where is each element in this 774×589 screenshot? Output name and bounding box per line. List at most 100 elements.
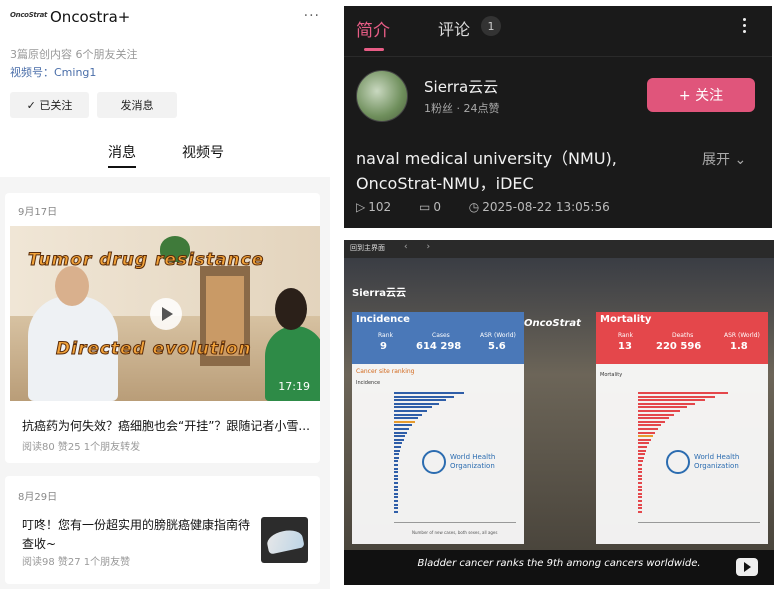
- post-date: 8月29日: [18, 492, 58, 503]
- chart-bar: [394, 438, 404, 441]
- follow-button[interactable]: + 关注: [647, 78, 755, 112]
- doctor-head: [55, 266, 89, 306]
- chart-bar: [394, 464, 398, 466]
- rank-label: Rank: [378, 332, 393, 339]
- account-name: Oncostra+: [50, 8, 131, 26]
- play-icon[interactable]: [736, 558, 758, 576]
- mortality-title: Mortality: [600, 314, 652, 325]
- timestamp: 2025-08-22 13:05:56: [482, 200, 610, 214]
- danmaku-count: 0: [433, 200, 441, 214]
- chart-bar: [638, 438, 651, 441]
- chart-bar: [638, 428, 658, 430]
- danmaku-icon: ▭: [418, 200, 431, 214]
- play-icon[interactable]: [150, 298, 182, 330]
- chart-bar: [638, 406, 688, 409]
- asr-label: ASR (World): [480, 332, 516, 339]
- tab-comments[interactable]: 评论: [438, 16, 470, 40]
- chart-bar: [638, 449, 647, 452]
- channel-id-link[interactable]: 视频号：Cming1: [10, 64, 96, 80]
- video-duration: 17:19: [278, 380, 310, 393]
- account-header: OncoStrat Oncostra+ ···: [8, 8, 322, 30]
- play-count-icon: ▷: [356, 200, 366, 214]
- chart-bar: [394, 399, 446, 402]
- post-thumbnail[interactable]: [261, 517, 308, 563]
- chart-bar: [638, 489, 642, 492]
- views-count: 102: [368, 200, 392, 214]
- chart-bar: [638, 474, 642, 477]
- video-stats: ▷ 102 ▭ 0 ◷ 2025-08-22 13:05:56: [356, 200, 634, 214]
- cases-label: Cases: [432, 332, 450, 339]
- tab-video-channel[interactable]: 视频号: [182, 142, 224, 162]
- video-overlay-subtitle: Directed evolution: [56, 339, 252, 360]
- chart-bar: [638, 435, 653, 438]
- chart-bar: [394, 402, 439, 405]
- chart-bar: [638, 496, 642, 499]
- avatar[interactable]: [356, 70, 408, 122]
- followed-button[interactable]: ✓ 已关注: [10, 92, 89, 118]
- chart-bar: [394, 446, 402, 448]
- send-message-button[interactable]: 发消息: [97, 92, 177, 118]
- video-player[interactable]: 回到主界面 ‹ › Sierra云云 OncoStrat Incidence R…: [344, 240, 774, 585]
- chart-bar: [394, 395, 455, 398]
- chart-bar: [638, 507, 642, 510]
- chart-bar: [394, 500, 398, 502]
- uploader-name[interactable]: Sierra云云: [424, 76, 498, 97]
- who-globe-icon: [666, 450, 690, 474]
- rank-label: Rank: [618, 332, 633, 339]
- brand-banner: OncoStrat: [524, 318, 581, 329]
- chart-bar: [638, 442, 649, 445]
- chart-bar: [638, 417, 670, 420]
- clock-icon: ◷: [468, 200, 480, 214]
- chart-bar: [394, 507, 398, 510]
- post-title[interactable]: 抗癌药为何失效？癌细胞也会“开挂”？跟随记者小雪...: [22, 417, 310, 434]
- pamphlet-graphic: [265, 527, 305, 555]
- deaths-value: 220 596: [656, 341, 702, 352]
- chart-bar: [394, 478, 398, 481]
- chart-bar: [638, 478, 642, 481]
- chart-bar: [394, 460, 398, 463]
- chart-bar: [394, 410, 427, 412]
- more-dots-icon[interactable]: ···: [304, 8, 320, 24]
- chart-bar: [638, 471, 642, 474]
- nav-arrows-icon[interactable]: ‹ ›: [404, 242, 438, 252]
- back-home-button[interactable]: 回到主界面: [350, 243, 385, 253]
- chart-bar: [394, 496, 398, 499]
- chart-bar: [638, 500, 642, 502]
- reporter-head: [275, 288, 307, 330]
- chart-bar: [394, 485, 398, 488]
- more-vertical-icon[interactable]: [742, 18, 748, 36]
- video-thumbnail[interactable]: Tumor drug resistance Directed evolution…: [10, 226, 320, 401]
- chart-bar: [638, 492, 642, 495]
- deaths-label: Deaths: [672, 332, 694, 339]
- chart-bar: [394, 482, 398, 484]
- chart-bar: [394, 453, 400, 456]
- video-watermark: Sierra云云: [352, 288, 407, 299]
- chart-bar: [638, 453, 645, 456]
- expand-button[interactable]: 展开 ⌄: [702, 149, 746, 169]
- rank-value: 13: [618, 341, 632, 352]
- video-info-panel: 简介 评论 1 Sierra云云 1粉丝 · 24点赞 + 关注 naval m…: [344, 6, 772, 228]
- post-title[interactable]: 叮咚！您有一份超实用的膀胱癌健康指南待查收~: [22, 516, 252, 554]
- chart-bar: [638, 467, 642, 470]
- chart-bar: [394, 428, 410, 430]
- chart-bar: [394, 503, 398, 506]
- who-name: World Health Organization: [694, 453, 740, 470]
- comment-count-badge: 1: [481, 16, 501, 36]
- chart-bar: [394, 510, 398, 513]
- chart-bar: [394, 413, 423, 416]
- chart-bar: [394, 467, 398, 470]
- incidence-title: Incidence: [356, 314, 410, 325]
- tab-messages[interactable]: 消息: [108, 142, 136, 168]
- chart-bar: [394, 420, 415, 423]
- chart-bar: [638, 464, 643, 466]
- tab-intro[interactable]: 简介: [356, 16, 390, 41]
- chart-label: Incidence: [356, 380, 381, 386]
- chart-bar: [394, 489, 398, 492]
- danmaku-stat: ▭ 0: [419, 200, 453, 214]
- chart-bar: [638, 460, 644, 463]
- article-list-panel: OncoStrat Oncostra+ ··· 3篇原创内容 6个朋友关注 视频…: [0, 0, 330, 589]
- chart-bar: [638, 482, 642, 484]
- chart-bar: [394, 474, 398, 477]
- chart-bar: [638, 410, 681, 412]
- video-description: naval medical university（NMU), OncoStrat…: [356, 149, 617, 193]
